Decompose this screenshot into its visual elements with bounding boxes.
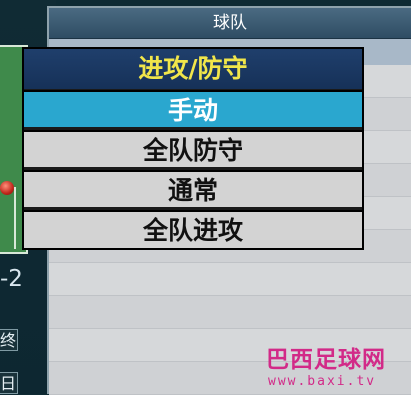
list-item[interactable] xyxy=(49,263,411,296)
watermark-title: 巴西足球网 xyxy=(266,346,386,373)
score-fragment: -2 xyxy=(0,266,23,292)
team-panel-title: 球队 xyxy=(49,8,411,39)
side-button-bottom[interactable]: 日 xyxy=(0,372,18,394)
menu-title: 进攻/防守 xyxy=(24,49,362,89)
attack-defense-menu: 进攻/防守 手动 全队防守 通常 全队进攻 xyxy=(22,47,364,250)
menu-item-normal[interactable]: 通常 xyxy=(24,170,362,207)
menu-item-all-attack[interactable]: 全队进攻 xyxy=(24,210,362,248)
side-button-top[interactable]: 终 xyxy=(0,329,18,351)
watermark: 巴西足球网 www.baxi.tv xyxy=(260,346,410,394)
player-marker-icon xyxy=(0,181,14,195)
menu-item-all-defend[interactable]: 全队防守 xyxy=(24,130,362,167)
menu-item-manual[interactable]: 手动 xyxy=(24,90,362,127)
watermark-url: www.baxi.tv xyxy=(268,374,377,389)
pitch-penalty-box xyxy=(0,187,16,249)
list-item[interactable] xyxy=(49,296,411,329)
